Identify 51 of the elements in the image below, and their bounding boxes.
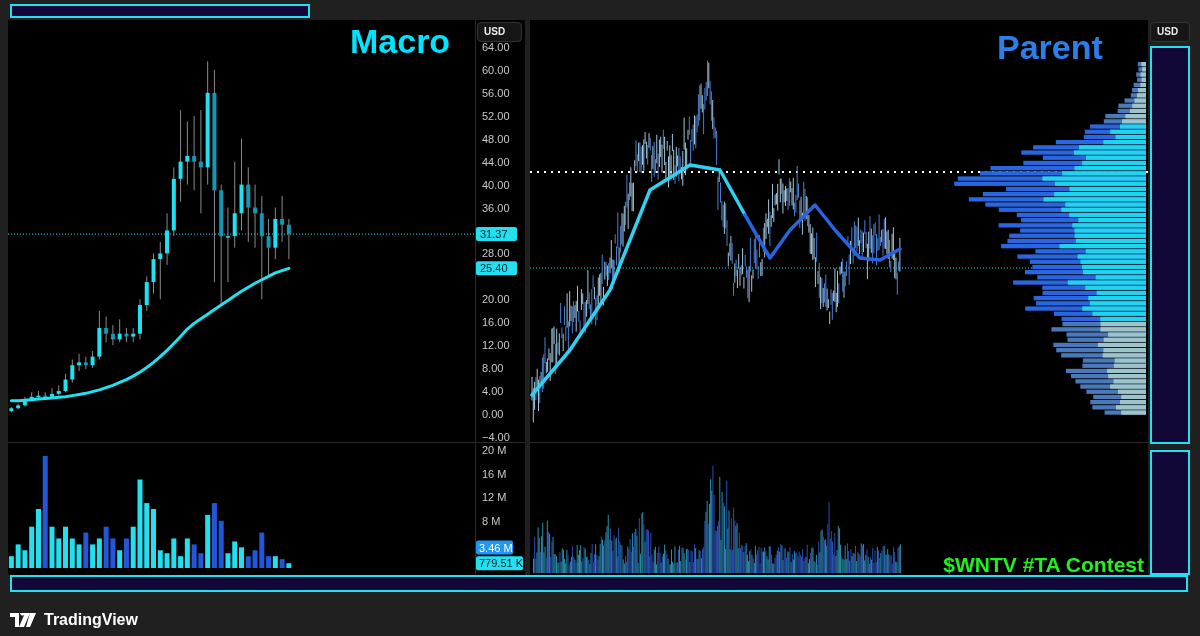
axis-label: 44.00 [482, 155, 510, 168]
chart-title: Macro [350, 24, 451, 58]
volume-label: 779.51 K [476, 556, 524, 571]
candlestick [138, 298, 142, 340]
price-label: 25.40 [476, 261, 517, 276]
candlestick [144, 275, 149, 312]
candlestick [273, 207, 278, 260]
axis-label: 60.00 [482, 63, 510, 76]
candlestick [56, 384, 61, 397]
ref-line-label: 31.37 [480, 228, 508, 241]
candlestick [158, 241, 163, 300]
candlestick [90, 350, 95, 369]
candlestick [117, 318, 122, 343]
axis-label: 56.00 [482, 86, 510, 99]
candlestick [36, 390, 41, 399]
axis-label: −4.00 [482, 430, 510, 443]
axis-label: 48.00 [482, 132, 510, 145]
candlestick [266, 218, 271, 277]
axis-label: 0.00 [482, 408, 504, 420]
candlestick [97, 310, 102, 360]
axis-label: 16.00 [482, 316, 510, 329]
candlestick [151, 252, 156, 295]
axis-label: 16 M [482, 467, 507, 480]
candlestick [131, 327, 136, 343]
axis-label: 36.00 [482, 201, 510, 214]
axis-label: 8 M [482, 514, 501, 527]
logo-icon [10, 613, 36, 627]
candlestick [185, 121, 190, 186]
candlestick [43, 391, 48, 399]
axis-label: 28.00 [482, 247, 510, 260]
brand-name: TradingView [44, 610, 138, 630]
axis-label: 8.00 [482, 362, 504, 375]
candlestick [9, 406, 14, 413]
axis-label: 12 M [482, 491, 507, 504]
axis-label: 12.00 [482, 339, 510, 352]
axis-label: 64.00 [482, 40, 510, 53]
axis-label: 40.00 [482, 178, 510, 191]
candlestick [124, 327, 129, 343]
candlestick [63, 373, 68, 393]
chart-title: Parent [997, 30, 1103, 64]
currency-button[interactable]: USD [477, 22, 522, 42]
caption-text: $WNTV #TA Contest [943, 554, 1144, 575]
volume-label: 3.46 M [476, 540, 513, 555]
candlestick [50, 387, 54, 399]
axis-label: 4.00 [482, 385, 504, 398]
currency-button[interactable]: USD [1150, 22, 1190, 42]
axis-label: 20 M [482, 444, 507, 456]
price-label: 31.37 [476, 227, 517, 242]
candlestick [70, 359, 75, 383]
axis-label: 20.00 [482, 293, 510, 306]
axis-label: 52.00 [482, 109, 510, 122]
